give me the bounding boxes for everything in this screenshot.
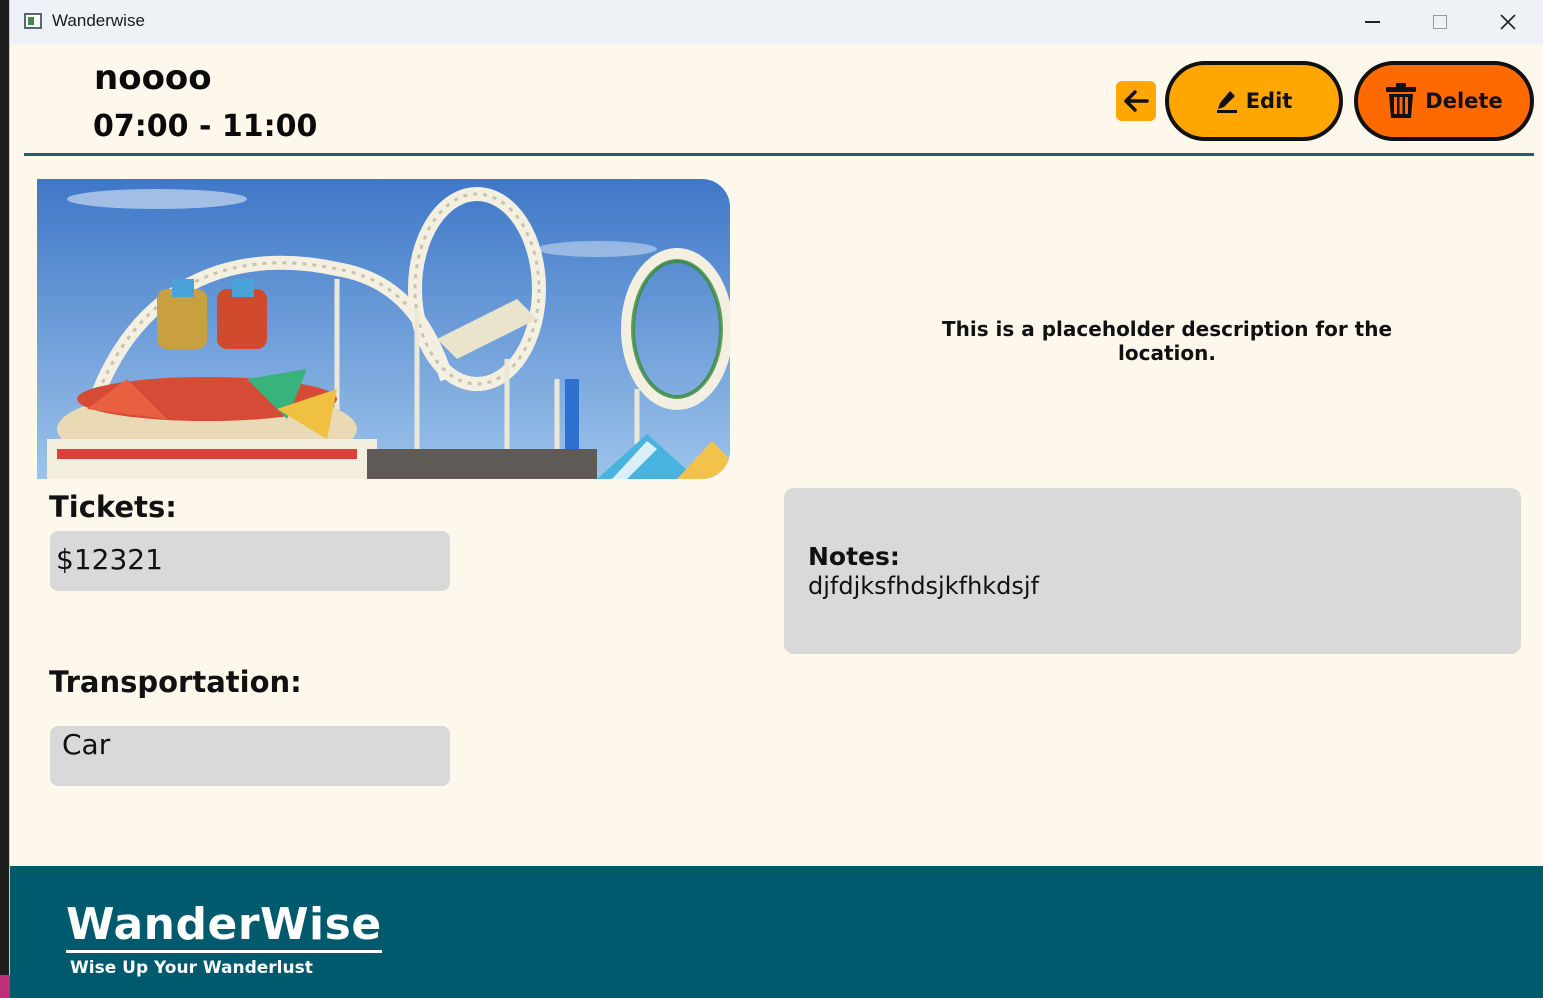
pencil-icon xyxy=(1216,91,1237,113)
brand-logo: WanderWise xyxy=(66,902,382,953)
delete-label: Delete xyxy=(1425,89,1503,113)
window-title: Wanderwise xyxy=(52,11,145,30)
notes-text: djfdjksfhdsjkfhkdsjf xyxy=(808,572,1040,600)
brand-tagline: Wise Up Your Wanderlust xyxy=(70,958,313,978)
notes-panel: Notes: djfdjksfhdsjkfhkdsjf xyxy=(784,488,1521,654)
tickets-value: $12321 xyxy=(50,531,450,591)
close-icon xyxy=(1500,14,1516,30)
transportation-label: Transportation: xyxy=(49,665,302,699)
minimize-icon xyxy=(1364,21,1380,23)
transportation-value: Car xyxy=(50,726,450,786)
location-description: This is a placeholder description for th… xyxy=(941,317,1393,365)
trash-icon xyxy=(1386,83,1417,118)
edit-label: Edit xyxy=(1245,89,1293,113)
event-time: 07:00 - 11:00 xyxy=(93,109,318,144)
event-title: noooo xyxy=(94,58,212,98)
tickets-label: Tickets: xyxy=(49,490,177,524)
edit-button[interactable]: Edit xyxy=(1165,61,1343,141)
header-divider xyxy=(24,153,1534,156)
maximize-button[interactable] xyxy=(1406,0,1474,44)
back-button[interactable] xyxy=(1116,81,1156,121)
maximize-icon xyxy=(1433,15,1447,29)
close-button[interactable] xyxy=(1474,0,1542,44)
location-photo xyxy=(37,179,730,479)
app-icon xyxy=(24,13,42,29)
minimize-button[interactable] xyxy=(1338,0,1406,44)
footer: WanderWise Wise Up Your Wanderlust xyxy=(10,866,1543,998)
app-window: Wanderwise noooo 07:00 - 11:00 Edit Dele… xyxy=(10,0,1543,998)
desktop-edge xyxy=(0,975,10,998)
delete-button[interactable]: Delete xyxy=(1354,61,1534,141)
arrow-left-icon xyxy=(1124,90,1149,112)
title-bar: Wanderwise xyxy=(10,0,1543,44)
notes-label: Notes: xyxy=(808,542,900,571)
